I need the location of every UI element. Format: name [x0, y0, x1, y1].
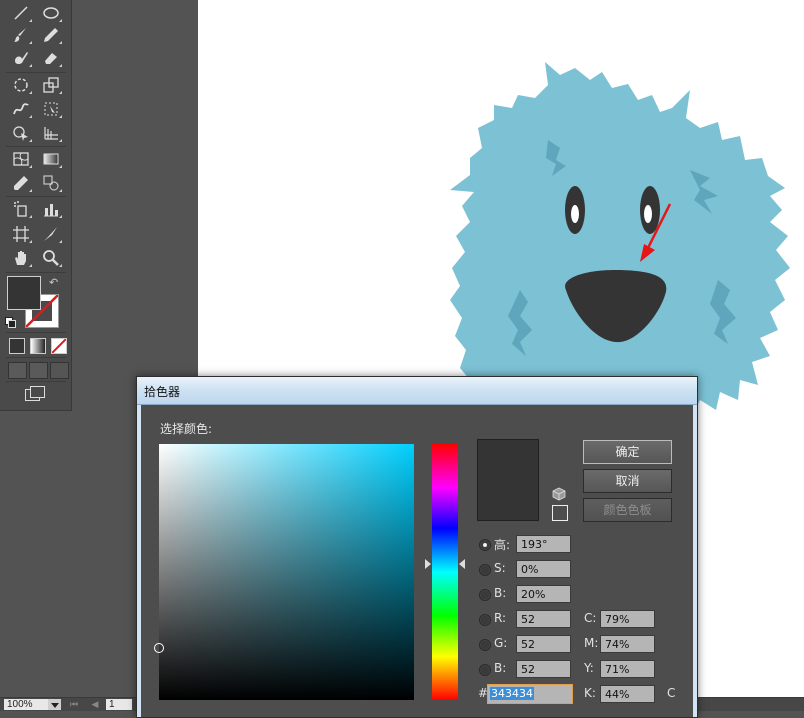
column-graph-tool-icon[interactable] — [40, 198, 62, 220]
dialog-titlebar[interactable]: 拾色器 — [137, 377, 697, 405]
shape-builder-tool-icon[interactable] — [10, 122, 32, 144]
cyan-input[interactable]: 79% — [600, 610, 655, 628]
first-artboard-icon[interactable]: ⏮ — [68, 700, 80, 710]
perspective-grid-tool-icon[interactable] — [40, 122, 62, 144]
hue-slider-handle-left[interactable] — [425, 559, 431, 569]
color-mode-button[interactable] — [9, 338, 25, 354]
red-label: R: — [494, 611, 507, 625]
black-input[interactable]: 44% — [600, 685, 655, 703]
dialog-title: 拾色器 — [144, 385, 181, 399]
symbol-sprayer-tool-icon[interactable] — [10, 198, 32, 220]
ok-button[interactable]: 确定 — [583, 440, 672, 464]
hue-slider[interactable] — [432, 444, 458, 700]
artboard-tool-icon[interactable] — [10, 223, 32, 245]
green-radio[interactable] — [479, 639, 491, 651]
eraser-tool-icon[interactable] — [40, 47, 62, 69]
saturation-label: S: — [494, 561, 506, 575]
monster-fur-body — [450, 62, 790, 420]
blue-radio[interactable] — [479, 664, 491, 676]
hand-tool-icon[interactable] — [10, 247, 32, 269]
hue-radio[interactable] — [479, 539, 491, 551]
cyan-label: C: — [584, 611, 597, 625]
blend-tool-icon[interactable] — [40, 172, 62, 194]
warp-tool-icon[interactable] — [10, 98, 32, 120]
saturation-radio[interactable] — [479, 564, 491, 576]
hue-label: 高: — [494, 538, 511, 552]
web-safe-color-swatch[interactable] — [552, 505, 568, 521]
default-fill-stroke-icon[interactable] — [5, 317, 16, 328]
fill-color-swatch[interactable] — [7, 276, 41, 310]
zoom-dropdown-arrow-icon[interactable] — [48, 699, 61, 710]
free-transform-tool-icon[interactable] — [40, 98, 62, 120]
previous-artboard-icon[interactable]: ◀ — [89, 700, 101, 710]
yellow-input[interactable]: 71% — [600, 660, 655, 678]
saturation-input[interactable]: 0% — [516, 560, 571, 578]
scale-tool-icon[interactable] — [40, 74, 62, 96]
ellipse-tool-icon[interactable] — [40, 2, 62, 24]
saturation-brightness-field[interactable] — [159, 444, 414, 700]
none-mode-button[interactable] — [51, 338, 67, 354]
hue-input[interactable]: 193° — [516, 535, 571, 553]
out-of-gamut-cube-icon[interactable] — [552, 487, 566, 501]
swap-fill-stroke-icon[interactable]: ↶ — [49, 276, 58, 289]
brightness-radio[interactable] — [479, 589, 491, 601]
pencil-tool-icon[interactable] — [40, 24, 62, 46]
green-input[interactable]: 52 — [516, 635, 571, 653]
blue-input[interactable]: 52 — [516, 660, 571, 678]
eyedropper-tool-icon[interactable] — [10, 172, 32, 194]
draw-behind-icon[interactable] — [29, 362, 48, 379]
zoom-level-field[interactable]: 100% — [4, 699, 48, 710]
hex-value: 343434 — [490, 687, 534, 700]
color-picker-dialog: 拾色器 选择颜色: 确定 取消 颜色色板 高: 193° S: 0% B: 20… — [136, 376, 698, 718]
red-input[interactable]: 52 — [516, 610, 571, 628]
magenta-label: M: — [584, 636, 599, 650]
color-field-marker[interactable] — [154, 643, 164, 653]
color-swatches-button[interactable]: 颜色色板 — [583, 498, 672, 522]
paintbrush-tool-icon[interactable] — [10, 24, 32, 46]
gradient-mode-button[interactable] — [30, 338, 46, 354]
blob-brush-tool-icon[interactable] — [10, 47, 32, 69]
brightness-label: B: — [494, 586, 507, 600]
hue-slider-handle-right[interactable] — [459, 559, 465, 569]
yellow-label: Y: — [584, 661, 594, 675]
new-color-swatch — [477, 439, 539, 521]
artboard-number-field[interactable]: 1 — [106, 699, 132, 710]
tools-panel: ↶ — [0, 0, 72, 411]
zoom-tool-icon[interactable] — [40, 247, 62, 269]
draw-inside-icon[interactable] — [50, 362, 69, 379]
rotate-tool-icon[interactable] — [10, 74, 32, 96]
screen-mode-icon[interactable] — [25, 386, 45, 401]
slice-tool-icon[interactable] — [40, 223, 62, 245]
trailing-label: C — [667, 686, 676, 700]
red-radio[interactable] — [479, 614, 491, 626]
black-label: K: — [584, 686, 596, 700]
hex-input[interactable]: 343434 — [487, 684, 573, 704]
gradient-tool-icon[interactable] — [40, 148, 62, 170]
blue-label: B: — [494, 661, 507, 675]
draw-normal-icon[interactable] — [8, 362, 27, 379]
line-segment-tool-icon[interactable] — [10, 2, 32, 24]
brightness-input[interactable]: 20% — [516, 585, 571, 603]
cancel-button[interactable]: 取消 — [583, 469, 672, 493]
mesh-tool-icon[interactable] — [10, 148, 32, 170]
select-color-label: 选择颜色: — [160, 422, 213, 436]
green-label: G: — [494, 636, 508, 650]
magenta-input[interactable]: 74% — [600, 635, 655, 653]
